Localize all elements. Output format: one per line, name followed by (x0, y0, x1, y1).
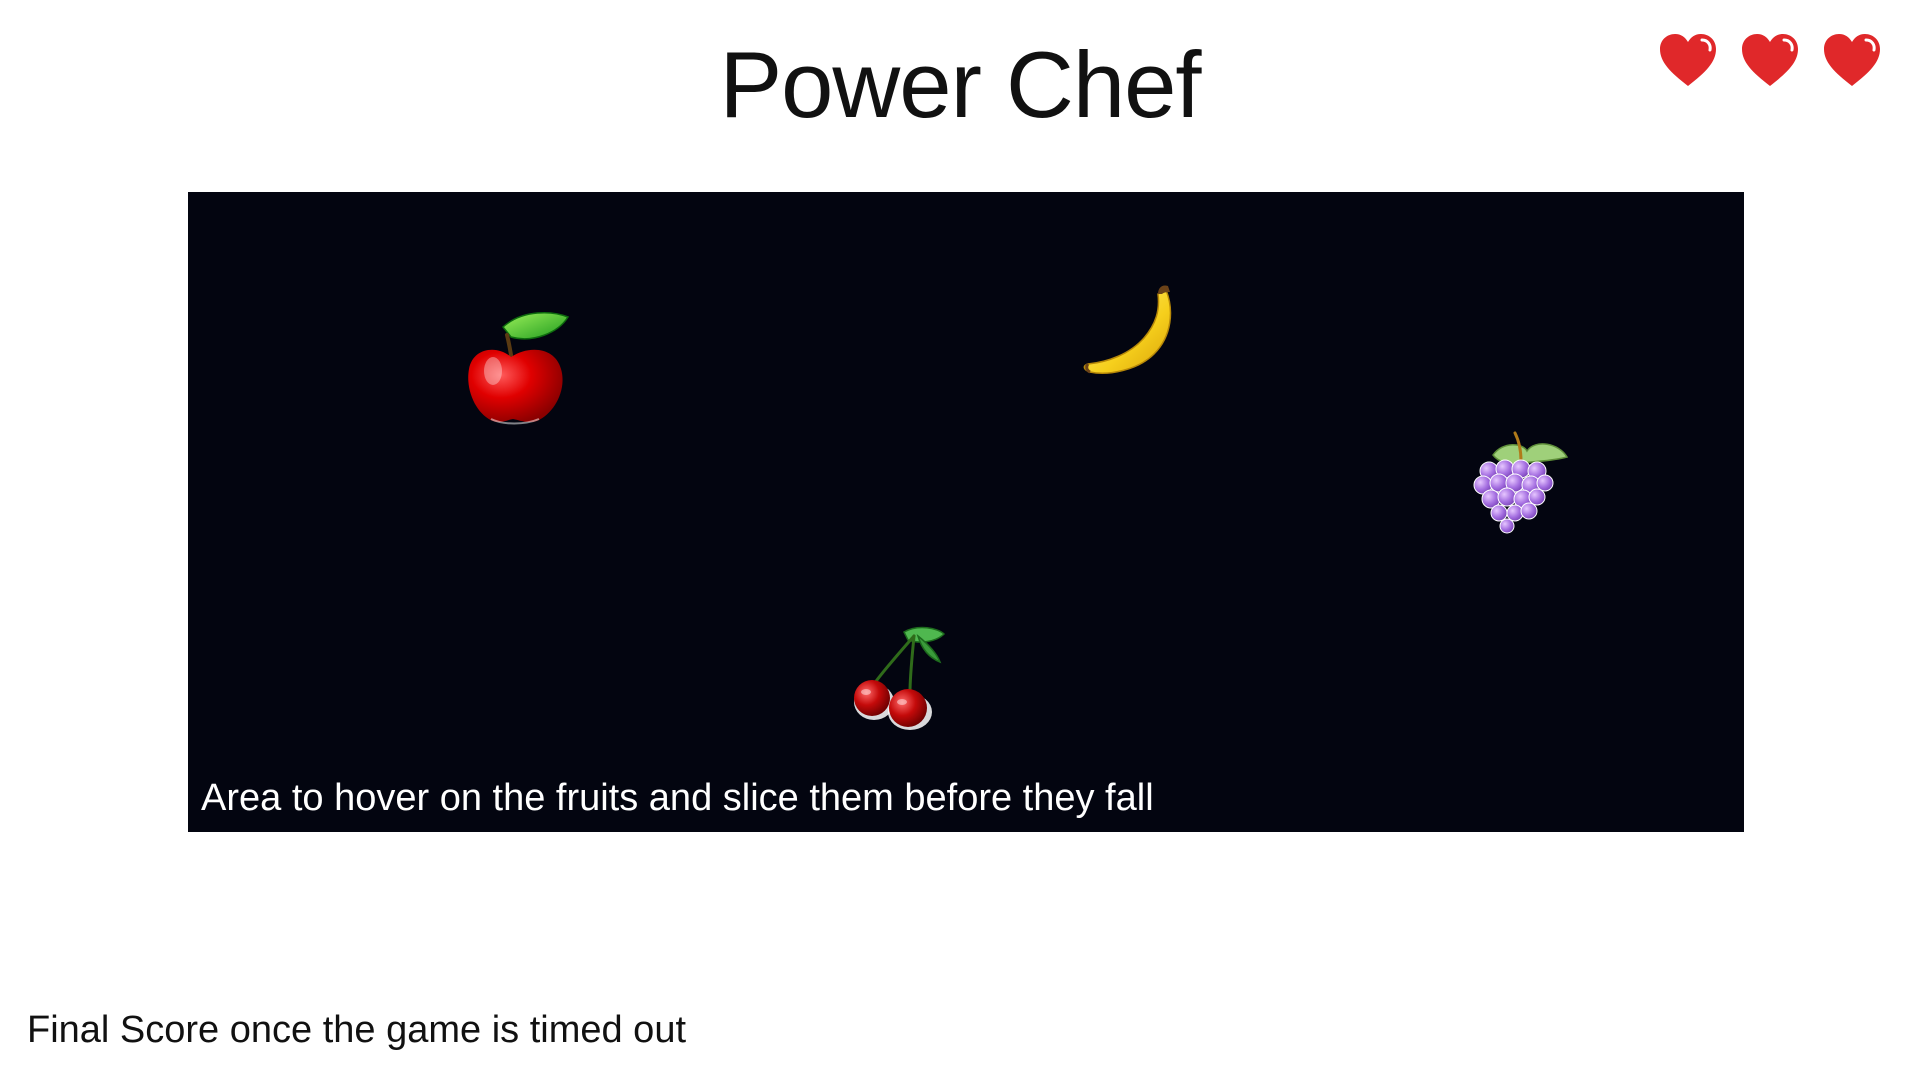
page-title: Power Chef (719, 32, 1201, 137)
banana-icon[interactable] (1078, 280, 1188, 380)
apple-icon[interactable] (463, 307, 573, 427)
board-hint-text: Area to hover on the fruits and slice th… (201, 777, 1154, 820)
heart-icon (1660, 34, 1716, 86)
heart-icon (1824, 34, 1880, 86)
lives-indicator (1658, 32, 1882, 88)
game-page: Power Chef Area to hover on the fruits a… (0, 0, 1920, 1080)
cherries-icon[interactable] (848, 622, 958, 732)
heart-icon (1742, 34, 1798, 86)
grapes-icon[interactable] (1463, 427, 1573, 537)
game-board[interactable]: Area to hover on the fruits and slice th… (188, 192, 1744, 832)
final-score-text: Final Score once the game is timed out (27, 1009, 687, 1051)
